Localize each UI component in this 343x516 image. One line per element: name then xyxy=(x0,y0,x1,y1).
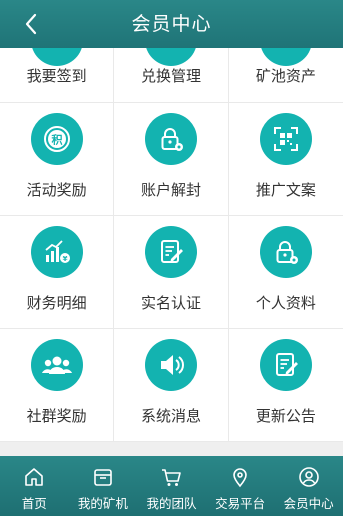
menu-row: 积 活动奖励 账户解封 推广文案 xyxy=(0,103,343,216)
menu-row: 我要签到 兑换管理 矿池资产 xyxy=(0,48,343,103)
location-pin-icon xyxy=(233,468,247,488)
menu-item-finance-detail[interactable]: ¥ 财务明细 xyxy=(0,216,115,328)
menu-item-label: 推广文案 xyxy=(255,181,316,199)
menu-item-label: 我要签到 xyxy=(26,67,87,85)
speaker-icon xyxy=(144,339,197,391)
menu-item-real-name[interactable]: 实名认证 xyxy=(114,216,229,328)
menu-item-label: 系统消息 xyxy=(140,407,201,425)
section-divider xyxy=(0,442,343,456)
member-menu-grid: 我要签到 兑换管理 矿池资产 积 活动奖励 账户解封 推广文案 ¥ 财务明细 实… xyxy=(0,48,343,442)
badge-char: 积 xyxy=(51,133,62,147)
community-icon xyxy=(30,339,83,391)
menu-item-promo-copy[interactable]: 推广文案 xyxy=(229,103,343,215)
menu-item-label: 活动奖励 xyxy=(26,181,87,199)
edit-document-icon xyxy=(144,226,197,278)
menu-row: ¥ 财务明细 实名认证 个人资料 xyxy=(0,216,343,329)
menu-item-label: 账户解封 xyxy=(140,181,201,199)
menu-item-pool-assets[interactable]: 矿池资产 xyxy=(229,48,343,102)
points-badge-icon: 积 xyxy=(30,113,83,165)
menu-item-community-reward[interactable]: 社群奖励 xyxy=(0,329,115,441)
menu-item-label: 兑换管理 xyxy=(140,67,201,85)
exchange-icon xyxy=(144,48,197,66)
page-title: 会员中心 xyxy=(131,13,212,35)
tab-member-center[interactable]: 会员中心 xyxy=(274,456,343,516)
header-bar: 会员中心 xyxy=(0,0,343,48)
menu-item-label: 个人资料 xyxy=(255,294,316,312)
profile-lock-icon xyxy=(259,226,312,278)
tab-my-miners[interactable]: 我的矿机 xyxy=(69,456,138,516)
bottom-tab-bar: 首页 我的矿机 我的团队 交易平台 会员中心 xyxy=(0,456,343,516)
menu-item-label: 实名认证 xyxy=(140,294,201,312)
menu-row: 社群奖励 系统消息 更新公告 xyxy=(0,329,343,442)
unlock-gear-icon xyxy=(144,113,197,165)
assets-icon xyxy=(259,48,312,66)
tab-my-team[interactable]: 我的团队 xyxy=(137,456,206,516)
tab-label: 我的团队 xyxy=(146,496,197,511)
menu-item-label: 财务明细 xyxy=(26,294,87,312)
tab-label: 交易平台 xyxy=(215,496,266,511)
menu-item-label: 更新公告 xyxy=(255,407,316,425)
announcement-edit-icon xyxy=(259,339,312,391)
checkin-icon xyxy=(30,48,83,66)
menu-item-activity-reward[interactable]: 积 活动奖励 xyxy=(0,103,115,215)
cart-icon xyxy=(162,469,182,486)
menu-item-label: 矿池资产 xyxy=(255,67,316,85)
tab-home[interactable]: 首页 xyxy=(0,456,69,516)
menu-item-system-messages[interactable]: 系统消息 xyxy=(114,329,229,441)
svg-text:¥: ¥ xyxy=(62,255,67,263)
tab-label: 会员中心 xyxy=(283,496,334,511)
user-circle-icon xyxy=(298,467,319,487)
tab-label: 我的矿机 xyxy=(77,496,128,511)
menu-item-checkin[interactable]: 我要签到 xyxy=(0,48,115,102)
home-icon xyxy=(25,468,44,486)
tab-label: 首页 xyxy=(21,496,47,511)
qr-scan-icon xyxy=(259,113,312,165)
tab-trading[interactable]: 交易平台 xyxy=(206,456,275,516)
menu-item-profile[interactable]: 个人资料 xyxy=(229,216,343,328)
menu-item-exchange[interactable]: 兑换管理 xyxy=(114,48,229,102)
miner-icon xyxy=(94,469,112,486)
menu-item-update-notice[interactable]: 更新公告 xyxy=(229,329,343,441)
finance-chart-icon: ¥ xyxy=(30,226,83,278)
menu-item-label: 社群奖励 xyxy=(26,407,87,425)
menu-item-account-unlock[interactable]: 账户解封 xyxy=(114,103,229,215)
